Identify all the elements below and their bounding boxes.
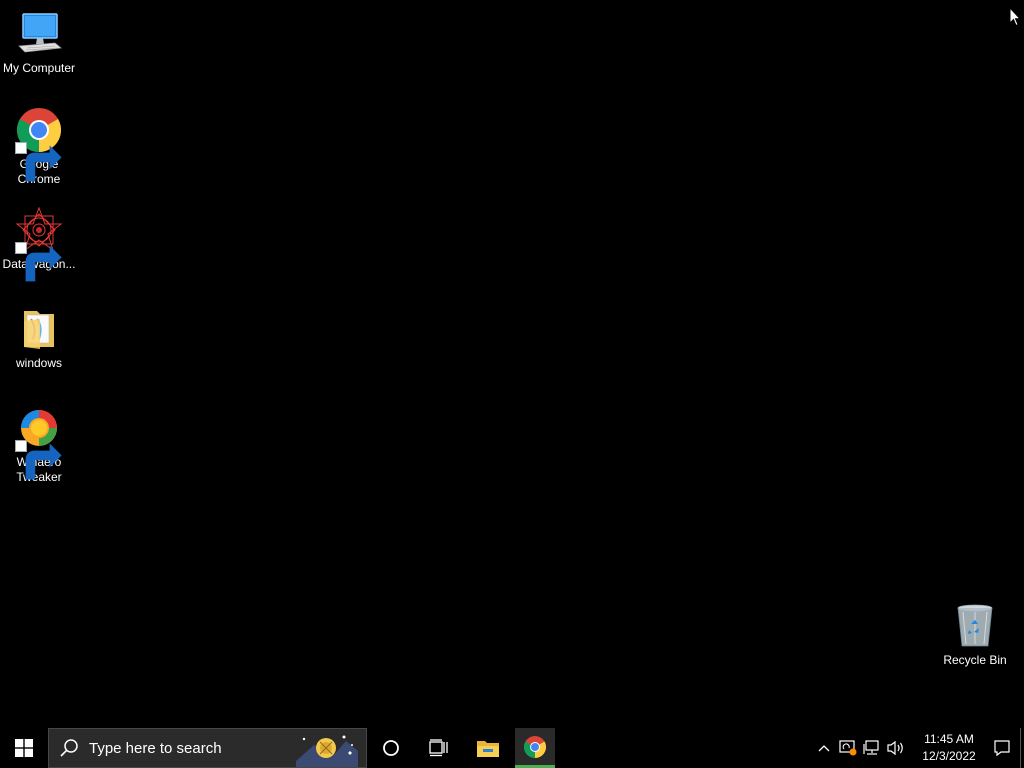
task-view-icon: [429, 739, 448, 757]
file-explorer-icon: [477, 741, 499, 757]
computer-icon: [15, 10, 63, 58]
desktop[interactable]: My Computer Google Chrome DataWagon... w…: [0, 0, 1024, 728]
show-hidden-icons-button[interactable]: [812, 728, 836, 768]
clock-date: 12/3/2022: [922, 749, 976, 763]
shortcut-arrow-icon: [15, 440, 62, 480]
action-center-button[interactable]: [984, 728, 1020, 768]
chrome-icon: [15, 106, 63, 182]
search-highlight-icon[interactable]: [292, 731, 360, 767]
volume-tray-button[interactable]: [884, 728, 908, 768]
windows-update-tray-button[interactable]: [836, 728, 860, 768]
update-warning-icon: [839, 740, 857, 756]
desktop-icon-windows-folder[interactable]: windows: [0, 305, 78, 371]
show-desktop-button[interactable]: [1020, 728, 1024, 768]
desktop-icon-recycle-bin[interactable]: Recycle Bin: [936, 602, 1014, 668]
desktop-icon-google-chrome[interactable]: Google Chrome: [0, 106, 78, 187]
mouse-cursor-icon: [1009, 7, 1021, 27]
taskbar-clock[interactable]: 11:45 AM 12/3/2022: [914, 731, 984, 765]
chrome-icon: [524, 735, 546, 758]
desktop-icon-my-computer[interactable]: My Computer: [0, 10, 78, 76]
desktop-icon-datawagon[interactable]: DataWagon...: [0, 206, 78, 282]
taskbar-search-box[interactable]: Type here to search: [48, 728, 367, 768]
desktop-icon-label: windows: [15, 356, 63, 370]
datawagon-icon: [15, 206, 63, 282]
winaero-icon: [15, 404, 63, 480]
system-tray: 11:45 AM 12/3/2022: [812, 728, 1024, 768]
cortana-circle-icon: [383, 740, 399, 756]
clock-time: 11:45 AM: [924, 732, 974, 746]
search-placeholder: Type here to search: [89, 739, 222, 757]
network-icon: [863, 740, 879, 755]
chrome-taskbar-button[interactable]: [515, 728, 555, 768]
folder-icon: [15, 305, 63, 353]
shortcut-arrow-icon: [15, 142, 62, 182]
cortana-button[interactable]: [367, 728, 415, 768]
shortcut-arrow-icon: [15, 242, 62, 282]
desktop-icon-label: Recycle Bin: [943, 653, 1007, 667]
network-tray-button[interactable]: [860, 728, 884, 768]
windows-logo-icon: [15, 739, 33, 757]
task-view-button[interactable]: [415, 728, 463, 768]
volume-icon: [887, 740, 903, 756]
chevron-up-icon: [818, 745, 830, 752]
recycle-bin-icon: [951, 602, 999, 650]
file-explorer-button[interactable]: [463, 728, 513, 768]
desktop-icon-label: My Computer: [2, 61, 76, 75]
search-icon: [60, 739, 78, 757]
taskbar: Type here to search 11:45 AM 12/3/2022: [0, 728, 1024, 768]
notification-icon: [994, 740, 1010, 757]
desktop-icon-winaero-tweaker[interactable]: Winaero Tweaker: [0, 404, 78, 485]
start-button[interactable]: [0, 728, 48, 768]
